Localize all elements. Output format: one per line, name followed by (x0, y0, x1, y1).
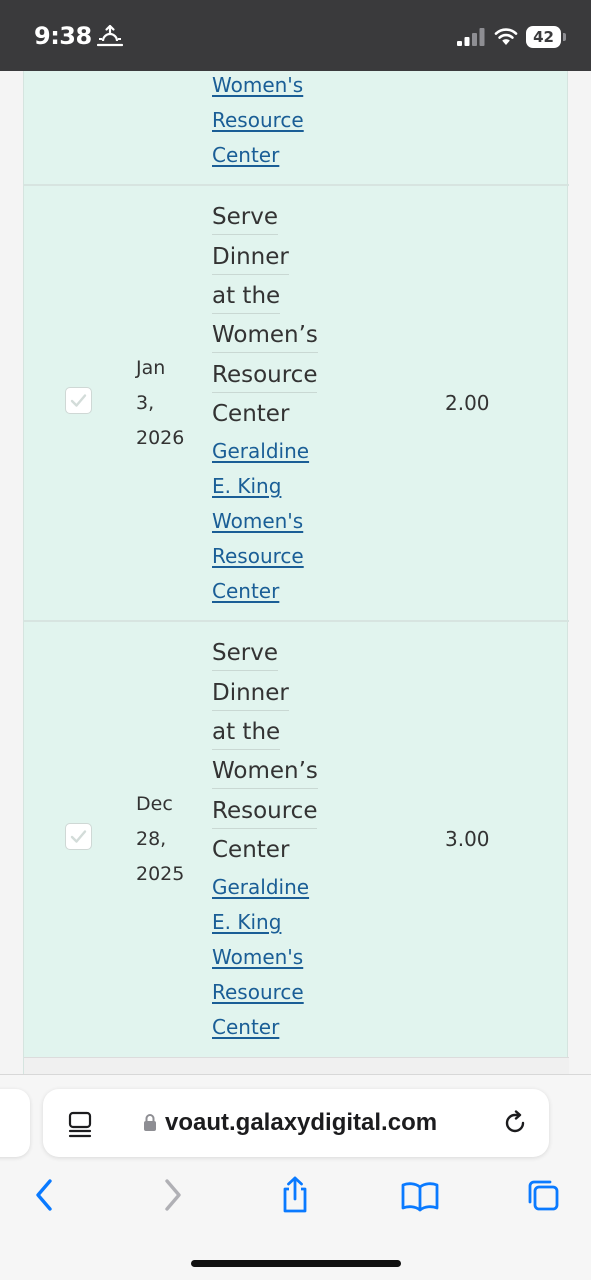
home-indicator[interactable] (191, 1260, 401, 1267)
check-icon (70, 394, 87, 407)
table-footer (24, 1057, 569, 1074)
event-title: Dinner (212, 680, 289, 711)
hours-value: 2.00 (445, 391, 490, 415)
row-checkbox[interactable] (65, 823, 92, 850)
event-title: at the (212, 719, 281, 750)
date-text: 2026 (136, 427, 185, 449)
status-bar: 9:38 42 (0, 0, 591, 71)
lock-icon (144, 1114, 156, 1131)
event-title: Serve (212, 204, 278, 235)
tabs-icon[interactable] (526, 1175, 562, 1215)
web-page: Women's Resource Center Jan 3, 2026 Serv… (0, 71, 591, 1074)
event-title: Serve (212, 640, 278, 671)
bookmarks-icon[interactable] (400, 1175, 440, 1215)
status-time: 9:38 (34, 22, 92, 50)
org-link[interactable]: Resource (212, 980, 304, 1004)
row-divider (24, 620, 569, 622)
back-icon[interactable] (26, 1175, 62, 1215)
hours-value: 3.00 (445, 827, 490, 851)
date-text: 28, (136, 828, 167, 850)
row-checkbox[interactable] (65, 387, 92, 414)
reload-icon[interactable] (502, 1110, 528, 1136)
org-link[interactable]: E. King (212, 910, 281, 934)
wifi-icon (494, 28, 518, 45)
previous-tab-card[interactable] (0, 1089, 30, 1157)
date-text: Dec (136, 793, 173, 815)
event-title: Center (212, 837, 290, 863)
battery-icon: 42 (526, 26, 566, 48)
event-title: Resource (212, 798, 318, 829)
org-link[interactable]: E. King (212, 474, 281, 498)
org-link[interactable]: Geraldine (212, 439, 309, 463)
event-title: Women’s (212, 758, 318, 789)
date-text: 2025 (136, 863, 185, 885)
browser-toolbar: voaut.galaxydigital.com (0, 1074, 591, 1280)
event-title: Women’s (212, 322, 318, 353)
battery-level: 42 (526, 26, 561, 48)
address-bar[interactable]: voaut.galaxydigital.com (43, 1089, 549, 1157)
org-link[interactable]: Center (212, 579, 279, 603)
sunrise-icon (97, 24, 123, 47)
share-icon[interactable] (277, 1175, 313, 1215)
org-link[interactable]: Women's (212, 945, 303, 969)
row-divider (24, 184, 569, 186)
reader-icon[interactable] (67, 1111, 93, 1139)
date-text: 3, (136, 392, 155, 414)
event-title: at the (212, 283, 281, 314)
check-icon (70, 830, 87, 843)
signal-icon (457, 28, 485, 46)
org-link[interactable]: Resource (212, 108, 304, 132)
org-link[interactable]: Center (212, 1015, 279, 1039)
org-link[interactable]: Women's (212, 509, 303, 533)
event-title: Dinner (212, 244, 289, 275)
org-link[interactable]: Resource (212, 544, 304, 568)
volunteer-hours-table: Women's Resource Center Jan 3, 2026 Serv… (23, 71, 569, 1074)
date-text: Jan (136, 357, 166, 379)
org-link[interactable]: Center (212, 143, 279, 167)
event-title: Resource (212, 362, 318, 393)
org-link[interactable]: Women's (212, 73, 303, 97)
url-text[interactable]: voaut.galaxydigital.com (165, 1109, 437, 1137)
org-link[interactable]: Geraldine (212, 875, 309, 899)
event-title: Center (212, 401, 290, 427)
forward-icon[interactable] (155, 1175, 191, 1215)
